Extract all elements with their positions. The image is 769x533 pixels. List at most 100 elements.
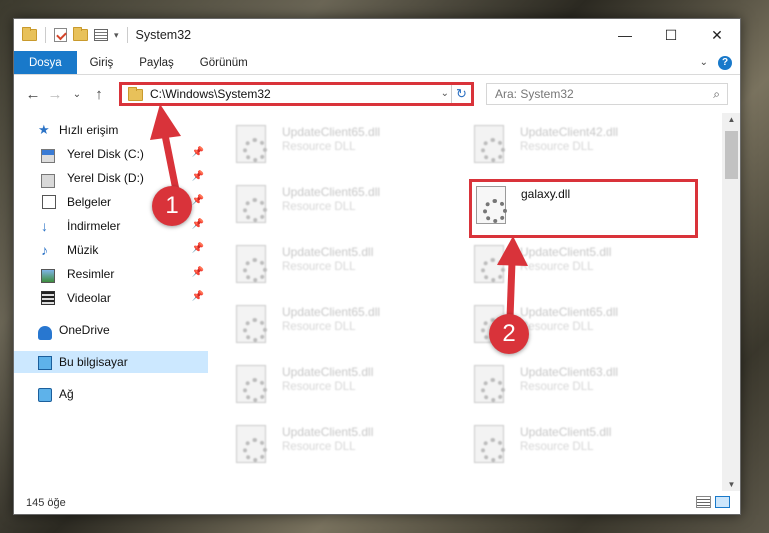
maximize-button[interactable]: ☐ bbox=[648, 19, 694, 51]
videos-icon bbox=[41, 291, 55, 305]
file-name: UpdateClient42.dll bbox=[520, 125, 619, 139]
ribbon-tabs: Dosya Giriş Paylaş Görünüm ⌄ ? bbox=[14, 51, 740, 75]
file-tile[interactable]: UpdateClient5.dll Resource DLL bbox=[446, 233, 646, 283]
sidebar-item-label: Belgeler bbox=[67, 195, 112, 209]
sidebar-item-this-pc[interactable]: Bu bilgisayar bbox=[14, 351, 208, 373]
forward-button[interactable]: → bbox=[44, 86, 66, 103]
address-path[interactable]: C:\Windows\System32 bbox=[150, 87, 271, 101]
file-tile[interactable]: UpdateClient65.dll Resource DLL bbox=[208, 113, 408, 163]
file-name: UpdateClient5.dll bbox=[520, 245, 612, 259]
separator bbox=[126, 27, 128, 43]
tab-view[interactable]: Görünüm bbox=[187, 51, 261, 74]
pin-icon: 📌 bbox=[191, 195, 204, 206]
file-tile[interactable]: UpdateClient5.dll Resource DLL bbox=[208, 233, 408, 283]
address-dropdown-icon[interactable]: ⌄ bbox=[441, 88, 449, 99]
dll-file-icon bbox=[236, 125, 267, 163]
sidebar-item-label: Yerel Disk (C:) bbox=[67, 147, 144, 161]
view-options-icon[interactable] bbox=[94, 29, 108, 41]
sidebar-item-label: OneDrive bbox=[59, 323, 110, 337]
sidebar-item-label: Resimler bbox=[67, 267, 115, 281]
step-1-badge: 1 bbox=[152, 186, 192, 226]
sidebar-item-label: Ağ bbox=[59, 387, 74, 401]
recent-locations-icon[interactable]: ⌄ bbox=[66, 89, 88, 100]
title-bar: ▾ System32 — ☐ ✕ bbox=[14, 19, 740, 51]
pin-icon: 📌 bbox=[191, 147, 204, 158]
sidebar-item-quick-access[interactable]: ★ Hızlı erişim bbox=[14, 119, 208, 141]
window-controls: — ☐ ✕ bbox=[602, 19, 740, 51]
status-bar: 145 öğe bbox=[14, 491, 740, 514]
search-box[interactable]: Ara: System32 ⌕ bbox=[486, 83, 728, 105]
sidebar-item-drive-d[interactable]: Yerel Disk (D:) 📌 bbox=[14, 167, 208, 189]
file-tile[interactable]: UpdateClient42.dll Resource DLL bbox=[446, 113, 646, 163]
tiles-view-icon[interactable] bbox=[715, 496, 730, 508]
search-icon[interactable]: ⌕ bbox=[713, 87, 720, 102]
pin-icon: 📌 bbox=[191, 243, 204, 254]
file-type: Resource DLL bbox=[282, 321, 356, 333]
back-button[interactable]: ← bbox=[22, 86, 44, 103]
dll-file-icon bbox=[236, 425, 267, 463]
file-type: Resource DLL bbox=[282, 201, 356, 213]
sidebar-item-network[interactable]: Ağ bbox=[14, 383, 208, 405]
file-type: Resource DLL bbox=[282, 141, 356, 153]
drive-c-icon bbox=[41, 149, 55, 163]
expand-ribbon-chevron-icon[interactable]: ⌄ bbox=[700, 57, 708, 68]
file-list: UpdateClient65.dll Resource DLL UpdateCl… bbox=[208, 113, 722, 491]
address-bar[interactable]: C:\Windows\System32 ⌄ ↻ bbox=[119, 82, 474, 106]
explorer-window: ▾ System32 — ☐ ✕ Dosya Giriş Paylaş Görü… bbox=[13, 18, 741, 515]
refresh-icon[interactable]: ↻ bbox=[451, 85, 471, 103]
scroll-up-icon[interactable]: ▲ bbox=[722, 115, 740, 124]
vertical-scrollbar[interactable]: ▲ ▼ bbox=[722, 113, 740, 491]
sidebar-item-drive-c[interactable]: Yerel Disk (C:) 📌 bbox=[14, 143, 208, 165]
close-button[interactable]: ✕ bbox=[694, 19, 740, 51]
file-name: galaxy.dll bbox=[521, 187, 571, 201]
star-icon: ★ bbox=[38, 122, 50, 137]
separator bbox=[45, 27, 46, 43]
pin-icon: 📌 bbox=[191, 267, 204, 278]
window-title: System32 bbox=[135, 28, 192, 42]
file-tile-galaxy-dll[interactable]: galaxy.dll bbox=[469, 179, 698, 238]
navigation-bar: ← → ⌄ ↑ C:\Windows\System32 ⌄ ↻ Ara: Sys… bbox=[14, 75, 740, 113]
downloads-icon: ↓ bbox=[41, 218, 48, 234]
dll-file-icon bbox=[476, 186, 507, 224]
cloud-icon bbox=[38, 326, 52, 340]
file-tile[interactable]: UpdateClient63.dll Resource DLL bbox=[446, 353, 646, 403]
dll-file-icon bbox=[236, 365, 267, 403]
sidebar-item-music[interactable]: ♪ Müzik 📌 bbox=[14, 239, 208, 261]
network-icon bbox=[38, 388, 52, 402]
file-tile[interactable]: UpdateClient65.dll Resource DLL bbox=[208, 173, 408, 223]
file-tile[interactable]: UpdateClient65.dll Resource DLL bbox=[446, 293, 646, 343]
dll-file-icon bbox=[474, 245, 505, 283]
sidebar-item-label: Bu bilgisayar bbox=[59, 355, 128, 369]
file-type: Resource DLL bbox=[282, 261, 356, 273]
minimize-button[interactable]: — bbox=[602, 19, 648, 51]
dll-file-icon bbox=[236, 305, 267, 343]
file-name: UpdateClient65.dll bbox=[282, 125, 381, 139]
properties-check-icon[interactable] bbox=[54, 28, 67, 42]
file-type: Resource DLL bbox=[520, 261, 594, 273]
up-button[interactable]: ↑ bbox=[88, 86, 110, 103]
file-tile[interactable]: UpdateClient5.dll Resource DLL bbox=[446, 413, 646, 463]
file-tile[interactable]: UpdateClient65.dll Resource DLL bbox=[208, 293, 408, 343]
file-tile[interactable]: UpdateClient5.dll Resource DLL bbox=[208, 353, 408, 403]
sidebar-item-pictures[interactable]: Resimler 📌 bbox=[14, 263, 208, 285]
file-type: Resource DLL bbox=[282, 441, 356, 453]
sidebar-item-videos[interactable]: Videolar 📌 bbox=[14, 287, 208, 309]
sidebar-item-label: Yerel Disk (D:) bbox=[67, 171, 144, 185]
sidebar-item-label: Videolar bbox=[67, 291, 111, 305]
details-view-icon[interactable] bbox=[696, 496, 711, 508]
search-input[interactable]: Ara: System32 bbox=[495, 87, 574, 101]
file-name: UpdateClient65.dll bbox=[282, 185, 381, 199]
file-tile[interactable]: UpdateClient5.dll Resource DLL bbox=[208, 413, 408, 463]
tab-share[interactable]: Paylaş bbox=[126, 51, 187, 74]
scroll-down-icon[interactable]: ▼ bbox=[722, 480, 740, 489]
tab-file[interactable]: Dosya bbox=[14, 51, 77, 74]
sidebar-item-onedrive[interactable]: OneDrive bbox=[14, 319, 208, 341]
quick-access-toolbar: ▾ bbox=[14, 27, 130, 43]
tab-home[interactable]: Giriş bbox=[77, 51, 127, 74]
new-folder-icon[interactable] bbox=[73, 27, 88, 41]
dll-file-icon bbox=[474, 125, 505, 163]
customize-qat-chevron-icon[interactable]: ▾ bbox=[114, 30, 119, 41]
scrollbar-thumb[interactable] bbox=[725, 131, 738, 179]
file-name: UpdateClient65.dll bbox=[520, 305, 619, 319]
help-icon[interactable]: ? bbox=[718, 55, 732, 70]
